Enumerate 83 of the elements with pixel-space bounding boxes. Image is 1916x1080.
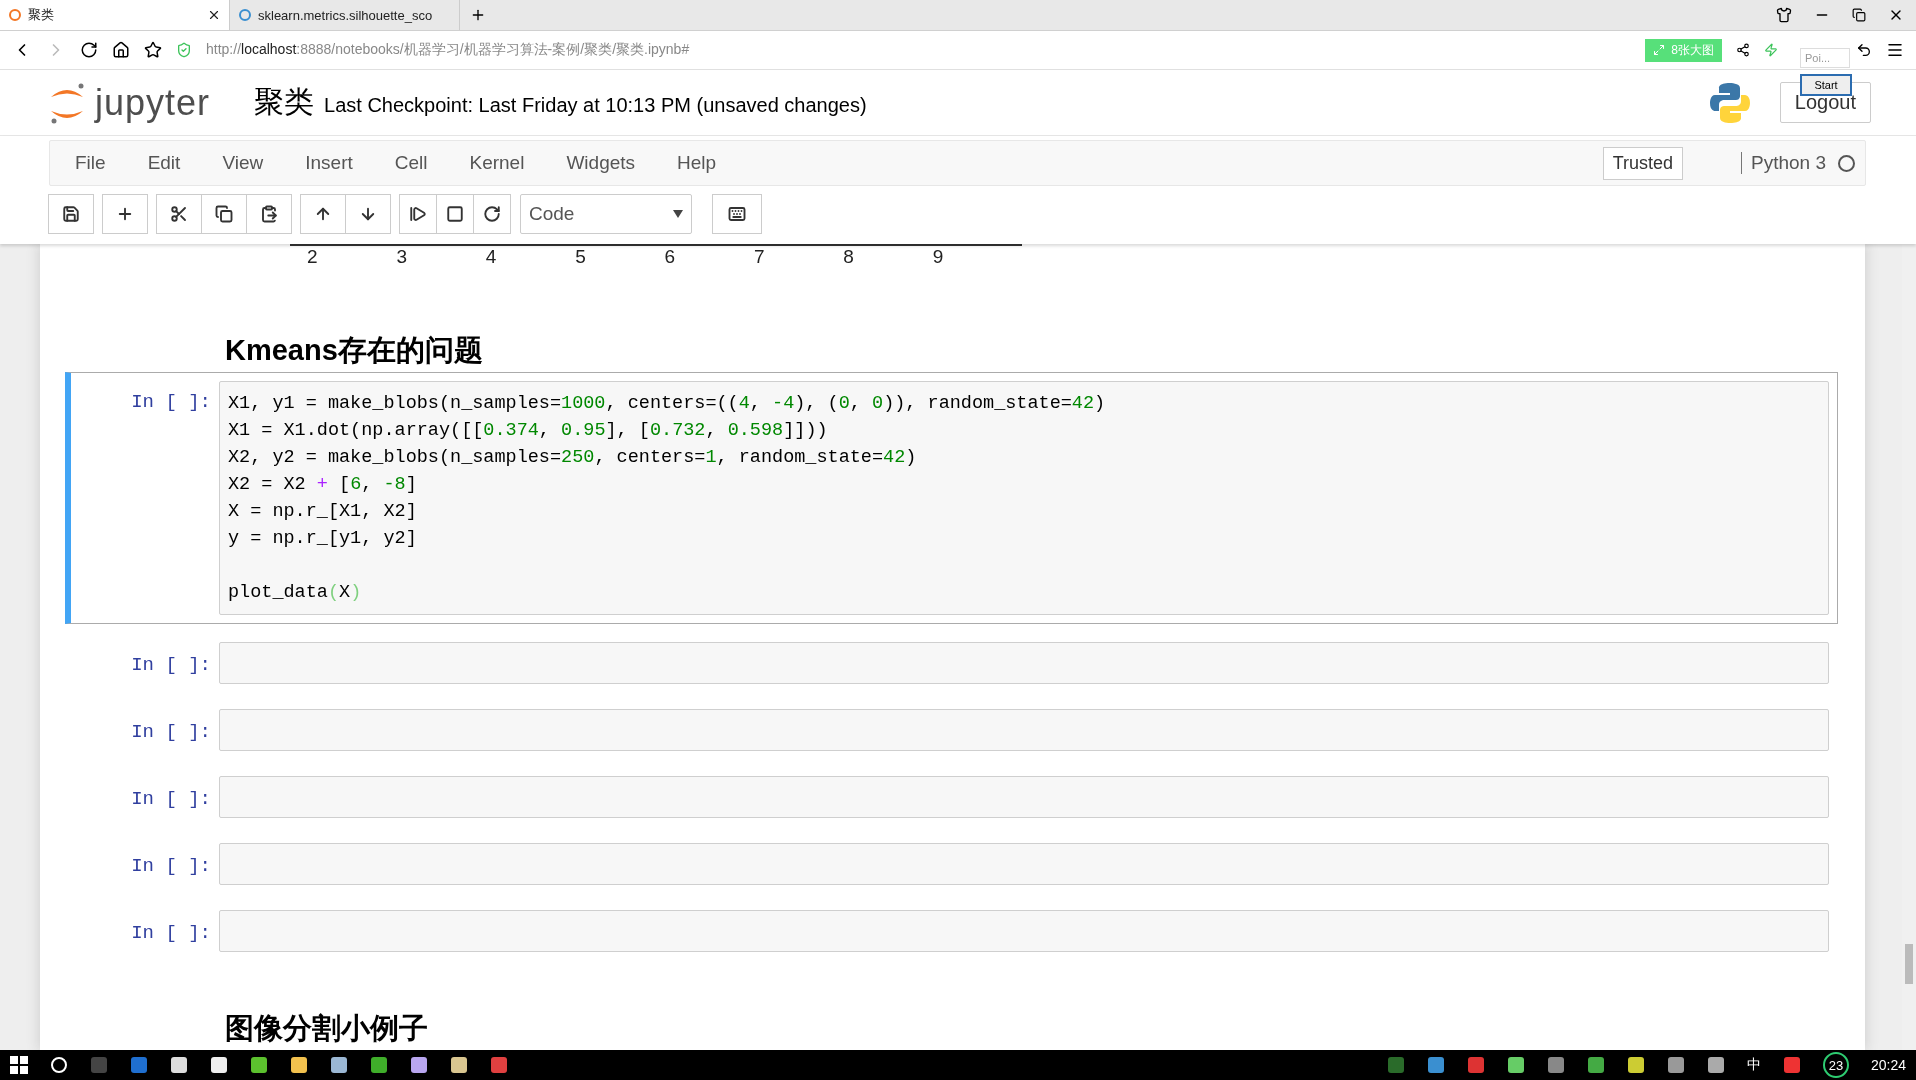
- input-prompt: In [ ]:: [130, 920, 212, 946]
- clock: 20:24: [1870, 1057, 1906, 1073]
- notebook-cell[interactable]: In [ ]:: [65, 836, 1838, 891]
- axis-tick-label: 5: [575, 246, 587, 269]
- checkpoint-text: Last Checkpoint: Last Friday at 10:13 PM (unsaved changes): [324, 94, 867, 117]
- menu-item[interactable]: Cell: [394, 152, 428, 174]
- menu-item[interactable]: Help: [677, 152, 717, 174]
- app-icon[interactable]: [450, 1056, 468, 1074]
- new-tab-icon[interactable]: [470, 7, 486, 23]
- move-up-icon[interactable]: [300, 194, 346, 234]
- menu-item[interactable]: Insert: [305, 152, 353, 174]
- kernel-name: Python 3: [1741, 152, 1826, 174]
- axis-tick-label: 9: [932, 246, 945, 269]
- app-icon[interactable]: [370, 1056, 388, 1074]
- code-line: X = np.r_[X1, X2]: [228, 499, 418, 524]
- cell-type-select[interactable]: Code: [520, 194, 692, 234]
- browser-tab[interactable]: 聚类: [0, 0, 230, 30]
- code-line: X1 = X1.dot(np.array([[0.374, 0.95], [0.732, 0.598]])): [228, 418, 829, 443]
- axis-tick-label: 7: [753, 246, 766, 269]
- input-prompt: In [ ]:: [130, 389, 212, 415]
- code-editor[interactable]: [219, 380, 1829, 615]
- menu-item[interactable]: Widgets: [566, 152, 636, 174]
- tray-icon[interactable]: [1506, 1056, 1525, 1074]
- input-prompt: In [ ]:: [130, 652, 212, 678]
- tray-icon[interactable]: [1626, 1056, 1645, 1074]
- axis-tick-label: 6: [664, 246, 677, 269]
- jupyter-wordmark: jupyter: [95, 81, 211, 124]
- axis-tick-label: 3: [396, 246, 408, 269]
- save-icon[interactable]: [48, 194, 94, 234]
- code-line: X2 = X2 + [6, -8]: [228, 472, 418, 497]
- notebook-cell[interactable]: [65, 371, 1838, 624]
- axis-tick-label: 2: [307, 246, 319, 269]
- start-button[interactable]: Start: [1800, 74, 1852, 96]
- code-line: plot_data(X): [228, 580, 363, 605]
- copy-icon[interactable]: [201, 194, 247, 234]
- windows-icon[interactable]: [10, 1056, 28, 1074]
- caret-icon: [673, 210, 683, 218]
- input-prompt: In [ ]:: [130, 786, 212, 812]
- search-icon[interactable]: [50, 1056, 68, 1074]
- menu-item[interactable]: View: [222, 152, 264, 174]
- code-line: X2, y2 = make_blobs(n_samples=250, centers=1, random_state=42): [228, 445, 918, 470]
- home-icon[interactable]: [112, 41, 130, 59]
- input-prompt: In [ ]:: [130, 853, 212, 879]
- notification-badge[interactable]: 23: [1822, 1052, 1849, 1078]
- share-icon[interactable]: [1736, 43, 1750, 57]
- undo-icon[interactable]: [1856, 42, 1872, 58]
- section-heading: Kmeans存在的问题: [225, 332, 484, 368]
- code-line: y = np.r_[y1, y2]: [228, 526, 418, 551]
- input-prompt: In [ ]:: [130, 719, 212, 745]
- run-icon[interactable]: [399, 194, 437, 234]
- notebook-cell[interactable]: In [ ]:: [65, 903, 1838, 958]
- notebook-cell[interactable]: In [ ]:: [65, 702, 1838, 757]
- menu-item[interactable]: Kernel: [469, 152, 525, 174]
- paste-icon[interactable]: [246, 194, 292, 234]
- close-icon[interactable]: [207, 8, 221, 22]
- axis-tick-label: 4: [485, 246, 498, 269]
- menu-item[interactable]: Edit: [147, 152, 181, 174]
- notebook-cell[interactable]: In [ ]:: [65, 769, 1838, 824]
- notebook-name[interactable]: 聚类: [254, 82, 315, 123]
- url-field[interactable]: http://localhost:8888/notebooks/机器学习/机器学习算法-案例/聚类/聚类.ipynb#: [206, 41, 690, 59]
- stop-icon[interactable]: [436, 194, 474, 234]
- tab-favicon-icon: [8, 8, 22, 22]
- keyboard-icon[interactable]: [712, 194, 762, 234]
- trusted-button[interactable]: Trusted: [1602, 146, 1683, 180]
- cut-icon[interactable]: [156, 194, 202, 234]
- notebook-cell[interactable]: In [ ]:: [65, 635, 1838, 690]
- menu-icon[interactable]: [1886, 41, 1904, 59]
- axis-tick-label: 8: [843, 246, 855, 269]
- app-icon[interactable]: [410, 1056, 428, 1074]
- reload-icon[interactable]: [80, 41, 98, 59]
- python-logo: [1707, 80, 1752, 125]
- restart-icon[interactable]: [473, 194, 511, 234]
- restore-icon[interactable]: [1852, 8, 1866, 22]
- add-cell-icon[interactable]: [102, 194, 148, 234]
- ime-indicator[interactable]: 中: [1746, 1056, 1761, 1074]
- shirt-icon[interactable]: [1776, 7, 1792, 23]
- code-line: X1, y1 = make_blobs(n_samples=1000, centers=((4, -4), (0, 0)), random_state=42): [228, 391, 1107, 416]
- tray-icon[interactable]: [1426, 1056, 1445, 1074]
- section-heading: 图像分割小例子: [225, 1010, 429, 1046]
- tab-favicon-icon: [238, 8, 252, 22]
- move-down-icon[interactable]: [345, 194, 391, 234]
- star-icon[interactable]: [144, 41, 162, 59]
- menu-item[interactable]: File: [75, 152, 106, 174]
